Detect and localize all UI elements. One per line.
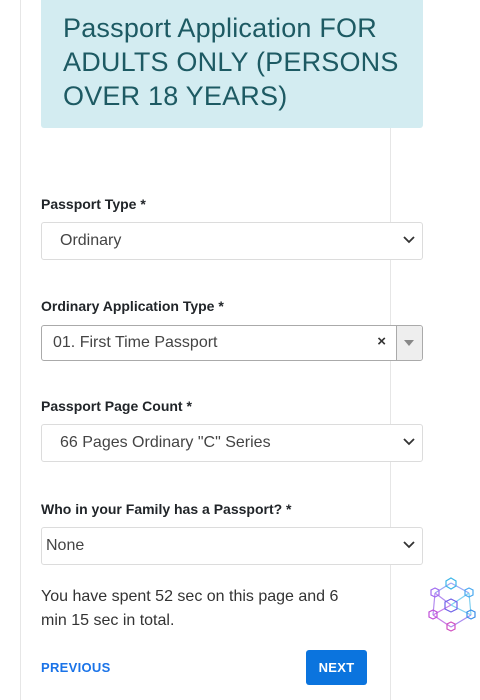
previous-button[interactable]: PREVIOUS xyxy=(41,660,111,675)
cube-network-icon xyxy=(428,577,476,632)
application-type-label: Ordinary Application Type * xyxy=(41,298,224,314)
application-type-value: 01. First Time Passport xyxy=(53,334,218,351)
caret-down-icon xyxy=(404,340,414,346)
clear-icon[interactable]: × xyxy=(377,333,386,350)
time-spent-text: You have spent 52 sec on this page and 6… xyxy=(41,588,339,629)
family-passport-value: None xyxy=(46,537,85,554)
next-button[interactable]: NEXT xyxy=(306,650,367,685)
application-type-select[interactable]: 01. First Time Passport × xyxy=(41,325,423,361)
page-count-label: Passport Page Count * xyxy=(41,398,192,414)
chevron-down-icon xyxy=(403,236,415,244)
family-passport-select[interactable]: None xyxy=(41,527,423,565)
passport-type-value: Ordinary xyxy=(60,232,122,249)
page-count-select[interactable]: 66 Pages Ordinary "C" Series xyxy=(41,424,423,462)
page-count-value: 66 Pages Ordinary "C" Series xyxy=(60,434,271,451)
chevron-down-icon xyxy=(403,541,415,549)
family-passport-label: Who in your Family has a Passport? * xyxy=(41,501,292,517)
chevron-down-icon xyxy=(403,438,415,446)
page-title: Passport Application FOR ADULTS ONLY (PE… xyxy=(63,13,399,111)
passport-type-label: Passport Type * xyxy=(41,196,146,212)
passport-type-select[interactable]: Ordinary xyxy=(41,222,423,260)
page-header: Passport Application FOR ADULTS ONLY (PE… xyxy=(41,0,423,128)
dropdown-toggle[interactable] xyxy=(396,326,422,360)
